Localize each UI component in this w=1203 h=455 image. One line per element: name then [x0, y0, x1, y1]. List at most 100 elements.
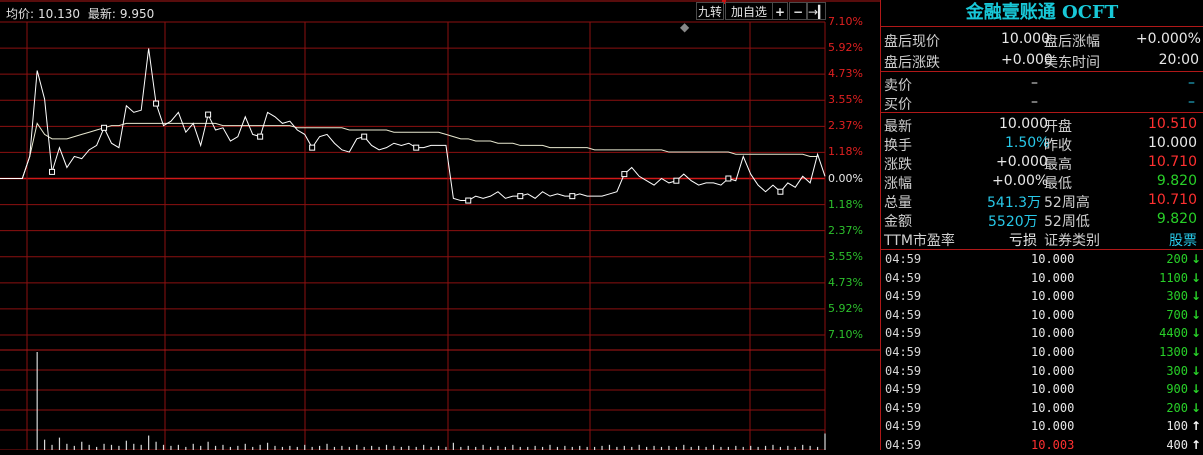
volume-bar: [177, 444, 179, 450]
volume-bar: [787, 445, 789, 450]
turnover-value: 1.50%: [1005, 135, 1050, 151]
tick-time: 04:59: [885, 400, 922, 415]
volume-bar: [437, 445, 440, 450]
arrow-down-icon: ↓: [1190, 270, 1201, 285]
avg-price-label: 均价:: [6, 7, 35, 21]
intraday-chart[interactable]: 均价: 10.130 最新: 9.950 九转 加自选 + − →▎ ◆ 7.10%…: [0, 0, 880, 450]
volume-value: 541.3万: [987, 195, 1042, 211]
volume-bar: [638, 444, 640, 450]
volume-bar: [73, 445, 75, 450]
volume-bar: [512, 444, 514, 450]
tick-volume: 300: [1166, 363, 1188, 378]
percent-axis-label: 2.37%: [828, 223, 863, 237]
percent-axis-label: 3.55%: [828, 249, 863, 263]
price-marker: [153, 100, 160, 107]
zoom-out-button[interactable]: −: [789, 2, 807, 20]
high52-value: 10.710: [1148, 192, 1197, 208]
change-label: 涨跌: [884, 157, 912, 173]
arrow-down-icon: ↓: [1190, 289, 1201, 304]
volume-bar: [155, 441, 157, 450]
tick-time: 04:59: [885, 252, 922, 266]
low-value: 9.820: [1156, 173, 1197, 189]
percent-axis-label: 3.55%: [828, 93, 863, 107]
tick-volume: 200: [1166, 400, 1188, 415]
volume-bar: [698, 445, 700, 450]
price-marker: [257, 133, 264, 140]
percent-axis-label: 1.18%: [828, 197, 863, 211]
tick-price: 10.000: [1031, 289, 1075, 304]
volume-bar: [764, 445, 767, 450]
volume-bar: [207, 441, 209, 450]
price-marker: [621, 171, 628, 178]
percent-axis-label: 5.92%: [828, 41, 863, 55]
security-type-value: 股票: [1169, 233, 1197, 249]
volume-bar: [140, 444, 142, 450]
tick-row: 04:59 10.000 200 ↓: [881, 399, 1203, 418]
tick-time: 04:59: [885, 270, 922, 285]
percent-axis-label: 4.73%: [828, 275, 863, 289]
tick-volume: 900: [1166, 382, 1188, 397]
percent-axis-label: 4.73%: [828, 67, 863, 81]
us-time-label: 美东时间: [1044, 55, 1100, 71]
volume-bar: [601, 445, 603, 450]
tick-row: 04:59 10.003 400 ↑: [881, 436, 1203, 455]
last-price-value: 9.950: [119, 7, 155, 21]
ask-volume: –: [1188, 75, 1195, 91]
volume-bar: [43, 439, 46, 450]
nine-turn-button[interactable]: 九转: [696, 2, 724, 20]
volume-bar: [385, 444, 388, 450]
high-value: 10.710: [1148, 154, 1197, 170]
tick-price: 10.000: [1031, 400, 1075, 415]
after-price-label: 盘后现价: [884, 34, 940, 50]
prev-close-label: 昨收: [1044, 138, 1072, 154]
volume-bar: [549, 444, 551, 450]
tick-row: 04:59 10.000 200 ↓: [881, 250, 1203, 269]
price-marker: [101, 124, 108, 131]
tick-time: 04:59: [885, 326, 922, 341]
volume-bar: [668, 445, 670, 450]
tick-volume: 1300: [1159, 344, 1188, 359]
zoom-in-button[interactable]: +: [772, 2, 788, 20]
price-marker: [205, 111, 212, 118]
volume-bar: [110, 444, 113, 450]
percent-axis-label: 2.37%: [828, 119, 863, 133]
volume-bar: [214, 445, 217, 450]
volume-bar: [408, 445, 410, 450]
tick-row: 04:59 10.000 4400 ↓: [881, 324, 1203, 343]
volume-bar: [318, 445, 321, 450]
volume-label: 总量: [884, 195, 912, 211]
price-marker: [673, 177, 680, 184]
last-price-label: 最新:: [87, 7, 116, 21]
tick-list[interactable]: 04:59 10.000 200 ↓ 04:59 10.000 1100 ↓ 04:59 10.0…: [881, 250, 1203, 455]
us-time-value: 20:00: [1158, 52, 1199, 68]
go-right-button[interactable]: →▎: [807, 2, 827, 20]
volume-bar: [802, 444, 804, 450]
tick-row: 04:59 10.000 300 ↓: [881, 287, 1203, 306]
percent-axis-label: 0.00%: [828, 171, 863, 185]
tick-row: 04:59 10.000 1100 ↓: [881, 269, 1203, 288]
price-marker: [361, 133, 368, 140]
volume-bar: [244, 443, 246, 450]
volume-bar: [304, 444, 306, 450]
amount-value: 5520万: [988, 214, 1038, 230]
after-pct-label: 盘后涨幅: [1044, 34, 1100, 50]
arrow-down-icon: ↓: [1190, 344, 1201, 359]
chart-canvas[interactable]: [0, 0, 880, 450]
percent-axis-label: 1.18%: [828, 145, 863, 159]
volume-bar: [51, 444, 53, 450]
last-label: 最新: [884, 119, 912, 135]
price-marker: [49, 168, 56, 175]
volume-bar: [58, 437, 61, 450]
tick-price: 10.000: [1031, 419, 1075, 434]
stock-title: 金融壹账通 OCFT: [881, 0, 1203, 27]
volume-bar: [266, 442, 269, 450]
pe-label: TTM市盈率: [884, 233, 955, 249]
add-watchlist-button[interactable]: 加自选: [725, 2, 773, 20]
tick-volume: 1100: [1159, 270, 1188, 285]
volume-bar: [192, 443, 194, 450]
tick-price: 10.000: [1031, 307, 1075, 322]
quote-panel: 金融壹账通 OCFT 盘后现价 10.000 盘后涨幅 +0.000% 盘后涨跌…: [880, 0, 1203, 452]
bid-value: –: [1031, 94, 1038, 110]
volume-bar: [482, 444, 484, 450]
low-label: 最低: [1044, 176, 1072, 192]
